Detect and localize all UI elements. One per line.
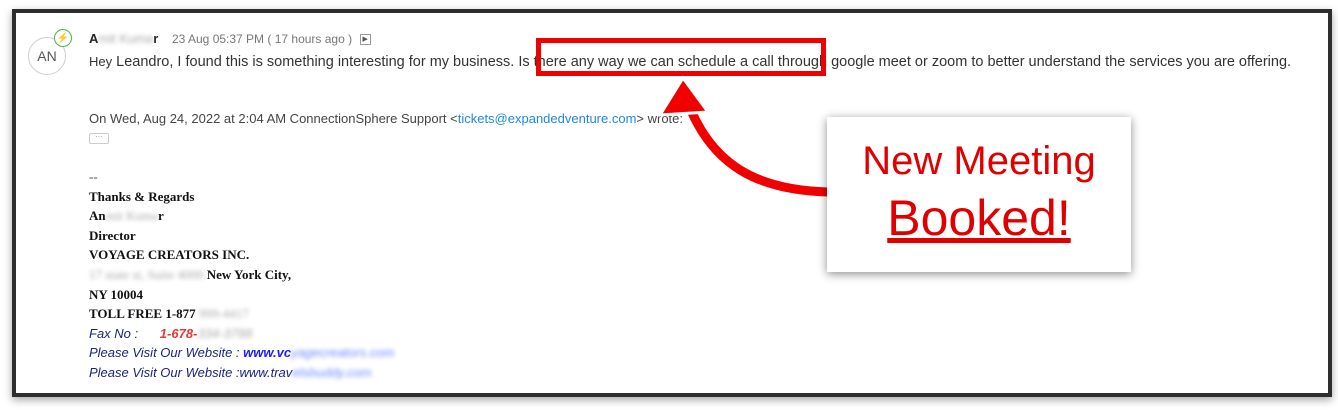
callout-line-1: New Meeting <box>862 139 1096 183</box>
callout-line-2: Booked! <box>887 190 1071 246</box>
callout-box: New Meeting Booked! <box>827 117 1131 272</box>
arrow-head <box>657 75 711 117</box>
callout-arrow <box>657 75 836 200</box>
